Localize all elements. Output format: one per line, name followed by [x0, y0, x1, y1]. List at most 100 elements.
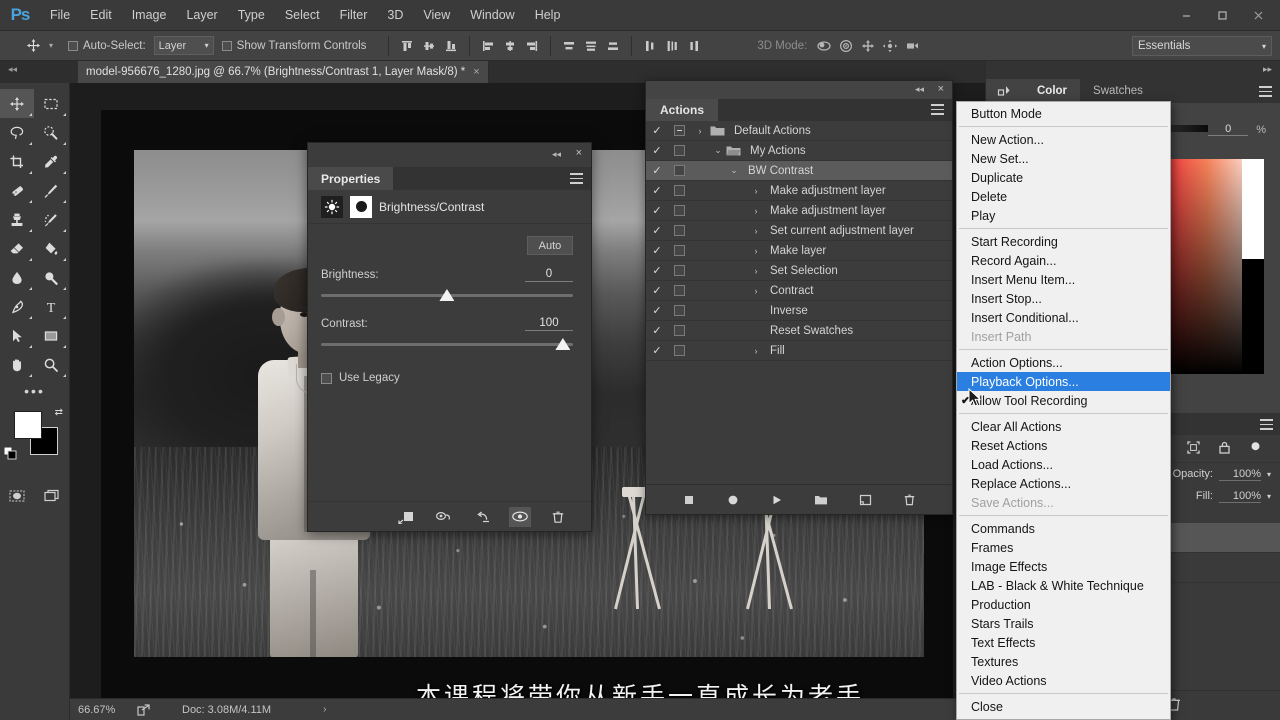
- menu-item-start-recording[interactable]: Start Recording: [957, 232, 1170, 251]
- dodge-tool-icon[interactable]: [34, 263, 68, 292]
- action-dialog-toggle[interactable]: [668, 205, 690, 216]
- share-icon[interactable]: [130, 703, 156, 717]
- menu-view[interactable]: View: [413, 0, 460, 31]
- collapse-panels-icon[interactable]: ◂◂: [8, 64, 17, 75]
- toggle-visibility-icon[interactable]: [509, 506, 531, 527]
- chevron-right-icon[interactable]: ›: [690, 126, 710, 136]
- align-right-edges-icon[interactable]: [521, 35, 543, 57]
- zoom-level[interactable]: 66.67%: [70, 704, 130, 716]
- menu-item-video-actions[interactable]: Video Actions: [957, 671, 1170, 690]
- transform-icon[interactable]: [1186, 440, 1201, 458]
- action-dialog-toggle[interactable]: [668, 225, 690, 236]
- new-action-icon[interactable]: [856, 491, 874, 509]
- menu-item-load-actions[interactable]: Load Actions...: [957, 455, 1170, 474]
- menu-3d[interactable]: 3D: [377, 0, 413, 31]
- action-enabled-check[interactable]: ✓: [646, 244, 668, 257]
- delete-icon[interactable]: [547, 507, 569, 527]
- action-row-make-adjustment-layer-2[interactable]: ✓ › Make adjustment layer: [646, 201, 952, 221]
- chevron-right-icon[interactable]: ›: [746, 186, 766, 196]
- chevron-right-icon[interactable]: ›: [746, 286, 766, 296]
- menu-item-insert-menu-item[interactable]: Insert Menu Item...: [957, 270, 1170, 289]
- menu-item-commands[interactable]: Commands: [957, 519, 1170, 538]
- action-row-make-adjustment-layer-1[interactable]: ✓ › Make adjustment layer: [646, 181, 952, 201]
- action-enabled-check[interactable]: ✓: [646, 264, 668, 277]
- actions-list[interactable]: ✓ › Default Actions ✓ ⌄ My Actions ✓ ⌄ B…: [646, 121, 952, 474]
- move-tool-icon[interactable]: [0, 89, 34, 118]
- contrast-slider-handle[interactable]: [555, 338, 571, 350]
- action-row-set-selection[interactable]: ✓ › Set Selection: [646, 261, 952, 281]
- quick-mask-icon[interactable]: [0, 481, 34, 510]
- pan-3d-icon[interactable]: [857, 35, 879, 57]
- orbit-3d-icon[interactable]: [813, 35, 835, 57]
- action-enabled-check[interactable]: ✓: [646, 344, 668, 357]
- action-dialog-toggle[interactable]: [668, 165, 690, 176]
- action-enabled-check[interactable]: ✓: [646, 144, 668, 157]
- menu-item-button-mode[interactable]: Button Mode: [957, 104, 1170, 123]
- delete-icon[interactable]: [900, 491, 918, 509]
- auto-select-checkbox[interactable]: Auto-Select:: [68, 40, 146, 52]
- distribute-right-edges-icon[interactable]: [683, 35, 705, 57]
- menu-item-text-effects[interactable]: Text Effects: [957, 633, 1170, 652]
- action-enabled-check[interactable]: ✓: [646, 124, 668, 137]
- path-selection-icon[interactable]: [0, 321, 34, 350]
- menu-edit[interactable]: Edit: [80, 0, 122, 31]
- blur-tool-icon[interactable]: [0, 263, 34, 292]
- lock-icon[interactable]: [1217, 440, 1232, 458]
- menu-item-play[interactable]: Play: [957, 206, 1170, 225]
- brightness-slider-handle[interactable]: [439, 289, 455, 301]
- menu-item-production[interactable]: Production: [957, 595, 1170, 614]
- opacity-value[interactable]: 100%: [1218, 468, 1261, 481]
- pen-tool-icon[interactable]: [0, 292, 34, 321]
- eyedropper-tool-icon[interactable]: [34, 147, 68, 176]
- menu-item-playback-options[interactable]: Playback Options...: [957, 372, 1170, 391]
- roll-3d-icon[interactable]: [835, 35, 857, 57]
- auto-select-box[interactable]: [68, 40, 78, 51]
- collapse-icon[interactable]: ◂◂: [915, 84, 924, 95]
- menu-filter[interactable]: Filter: [330, 0, 378, 31]
- gradient-tool-icon[interactable]: [34, 234, 68, 263]
- action-dialog-toggle[interactable]: [668, 325, 690, 336]
- auto-button[interactable]: Auto: [527, 236, 573, 255]
- panel-menu-icon[interactable]: [931, 104, 944, 118]
- distribute-vertical-centers-icon[interactable]: [580, 35, 602, 57]
- show-transform-box[interactable]: [221, 40, 232, 51]
- tool-preset-chevron-icon[interactable]: ▾: [44, 41, 58, 50]
- panel-menu-icon[interactable]: [1260, 419, 1273, 433]
- zoom-3d-icon[interactable]: [901, 35, 923, 57]
- panel-menu-icon[interactable]: [1259, 86, 1272, 100]
- tab-actions[interactable]: Actions: [646, 99, 719, 121]
- tab-swatches[interactable]: Swatches: [1080, 79, 1156, 103]
- edit-toolbar-icon[interactable]: •••: [0, 379, 69, 401]
- action-row-inverse[interactable]: ✓ Inverse: [646, 301, 952, 321]
- slide-3d-icon[interactable]: [879, 35, 901, 57]
- new-set-icon[interactable]: [812, 491, 830, 509]
- action-dialog-toggle[interactable]: [668, 305, 690, 316]
- rectangle-shape-icon[interactable]: [34, 321, 68, 350]
- action-row-make-layer[interactable]: ✓ › Make layer: [646, 241, 952, 261]
- record-icon[interactable]: [724, 491, 742, 509]
- menu-item-insert-stop[interactable]: Insert Stop...: [957, 289, 1170, 308]
- eraser-tool-icon[interactable]: [0, 234, 34, 263]
- action-row-set-current-adjustment-layer[interactable]: ✓ › Set current adjustment layer: [646, 221, 952, 241]
- action-row-reset-swatches[interactable]: ✓ Reset Swatches: [646, 321, 952, 341]
- action-row-bw-contrast[interactable]: ✓ ⌄ BW Contrast: [646, 161, 952, 181]
- menu-item-duplicate[interactable]: Duplicate: [957, 168, 1170, 187]
- contrast-slider[interactable]: [321, 338, 573, 350]
- distribute-left-edges-icon[interactable]: [639, 35, 661, 57]
- chevron-right-icon[interactable]: ›: [746, 246, 766, 256]
- crop-tool-icon[interactable]: [0, 147, 34, 176]
- spectrum-black-strip[interactable]: [1242, 259, 1264, 374]
- screen-mode-icon[interactable]: [35, 481, 69, 510]
- menu-help[interactable]: Help: [525, 0, 571, 31]
- distribute-top-edges-icon[interactable]: [558, 35, 580, 57]
- action-row-contract[interactable]: ✓ › Contract: [646, 281, 952, 301]
- action-enabled-check[interactable]: ✓: [646, 224, 668, 237]
- align-horizontal-centers-icon[interactable]: [499, 35, 521, 57]
- layer-dot-icon[interactable]: [1248, 440, 1263, 458]
- action-enabled-check[interactable]: ✓: [646, 204, 668, 217]
- close-icon[interactable]: [1240, 5, 1276, 27]
- menu-type[interactable]: Type: [228, 0, 275, 31]
- chevron-right-icon[interactable]: ›: [746, 266, 766, 276]
- adjustments-icon[interactable]: [986, 79, 1024, 103]
- action-enabled-check[interactable]: ✓: [646, 164, 668, 177]
